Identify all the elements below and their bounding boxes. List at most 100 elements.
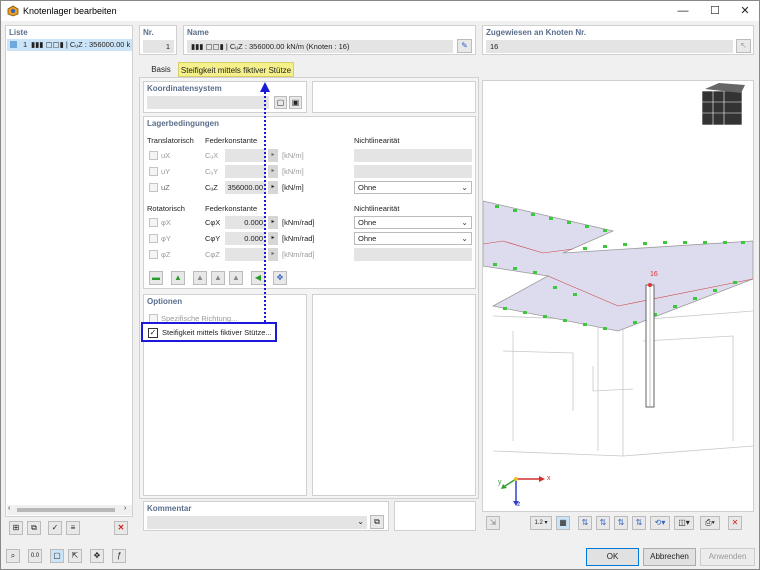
new-item-icon[interactable]: ⊞ bbox=[9, 521, 23, 535]
comment-right-panel bbox=[394, 501, 476, 531]
checkbox-ux[interactable] bbox=[149, 151, 158, 160]
list-header: Liste bbox=[9, 28, 28, 37]
support-fixed-icon[interactable]: ▲ bbox=[193, 271, 207, 285]
coord-select[interactable] bbox=[147, 96, 269, 109]
units-icon[interactable]: 0.0 bbox=[28, 549, 42, 563]
check-list-icon[interactable]: ✓ bbox=[48, 521, 62, 535]
comment-field[interactable]: ⌄ bbox=[147, 516, 367, 529]
list-item-color-icon bbox=[10, 41, 17, 48]
edit-name-icon[interactable]: ✎ bbox=[457, 39, 472, 53]
spring-label: CφY bbox=[205, 234, 221, 243]
copy-item-icon[interactable]: ⧉ bbox=[27, 521, 41, 535]
view-select-icon[interactable]: ⇲ bbox=[486, 516, 500, 530]
pick-node-icon[interactable]: ↖ bbox=[736, 39, 751, 53]
unit-label: [kNm/rad] bbox=[282, 250, 315, 259]
checkbox-fictive-column[interactable]: ✓ bbox=[148, 328, 158, 338]
checkbox-phiz[interactable] bbox=[149, 250, 158, 259]
checkbox-phix[interactable] bbox=[149, 218, 158, 227]
apply-button[interactable]: Anwenden bbox=[700, 548, 755, 566]
dof-label: φY bbox=[161, 234, 171, 243]
chevron-down-icon: ⌄ bbox=[357, 517, 364, 526]
view-z-icon[interactable]: ⇅ bbox=[614, 516, 628, 530]
support-sliding-x-icon[interactable]: ▲ bbox=[211, 271, 225, 285]
list-panel: Liste 1 ▮▮▮ ▢▢▮ | CᵤZ : 356000.00 k ‹ › bbox=[5, 25, 133, 517]
function-icon[interactable]: ƒ bbox=[112, 549, 126, 563]
app-icon bbox=[7, 5, 19, 17]
rot-row-phiz: φZ CφZ ▸ [kNm/rad] bbox=[144, 247, 477, 263]
view-rotate-icon[interactable]: ⟲▾ bbox=[650, 516, 670, 530]
cancel-button[interactable]: Abbrechen bbox=[643, 548, 696, 566]
nonlin-select[interactable]: Ohne ⌄ bbox=[354, 181, 472, 194]
nonlin-select[interactable] bbox=[354, 165, 472, 178]
sort-list-icon[interactable]: ≡ bbox=[66, 521, 80, 535]
view-reset-icon[interactable]: ✕ bbox=[728, 516, 742, 530]
coord-right-panel bbox=[312, 81, 476, 113]
scroll-left-icon[interactable]: ‹ bbox=[8, 505, 10, 512]
support-sliding-y-icon[interactable]: ▲ bbox=[229, 271, 243, 285]
axis-x-label: x bbox=[547, 475, 551, 482]
dof-label: uZ bbox=[161, 183, 170, 192]
nonlin-value: Ohne bbox=[358, 234, 377, 243]
trans-row-ux: uX CᵤX ▸ [kN/m] bbox=[144, 148, 477, 164]
spring-label: CφZ bbox=[205, 250, 220, 259]
print-icon[interactable]: ⎙▾ bbox=[700, 516, 720, 530]
ok-button[interactable]: OK bbox=[586, 548, 639, 566]
unit-label: [kN/m] bbox=[282, 183, 304, 192]
color-icon[interactable]: ▢ bbox=[50, 549, 64, 563]
nonlin-value: Ohne bbox=[358, 183, 377, 192]
assigned-value: 16 bbox=[490, 42, 499, 51]
title-bar: Knotenlager bearbeiten — ☐ ✕ bbox=[1, 1, 759, 21]
view-y-icon[interactable]: ⇅ bbox=[596, 516, 610, 530]
scroll-thumb[interactable] bbox=[17, 508, 115, 512]
comment-library-icon[interactable]: ⧉ bbox=[370, 515, 384, 529]
pick-icon[interactable]: ✥ bbox=[90, 549, 104, 563]
model-3d-view[interactable]: 16 x y z bbox=[482, 80, 754, 512]
select-in-model-icon[interactable]: ⇱ bbox=[68, 549, 82, 563]
view-render-icon[interactable]: ▦ bbox=[556, 516, 570, 530]
checkbox-uz[interactable] bbox=[149, 183, 158, 192]
view-iso-icon[interactable]: ⇅ bbox=[632, 516, 646, 530]
fictive-column-highlight: ✓ Steifigkeit mittels fiktiver Stütze... bbox=[141, 322, 277, 342]
nr-field[interactable]: 1 bbox=[143, 40, 174, 53]
minimize-button[interactable]: — bbox=[669, 3, 697, 19]
assigned-panel: Zugewiesen an Knoten Nr. 16 ↖ bbox=[482, 25, 754, 55]
maximize-button[interactable]: ☐ bbox=[701, 3, 729, 19]
spring-constant-title: Federkonstante bbox=[205, 136, 258, 145]
node-number-label: 16 bbox=[650, 271, 658, 278]
support-all-icon[interactable]: ✥ bbox=[273, 271, 287, 285]
bearing-panel: Lagerbedingungen Translatorisch Federkon… bbox=[143, 116, 476, 289]
checkbox-uy[interactable] bbox=[149, 167, 158, 176]
nonlin-select[interactable] bbox=[354, 248, 472, 261]
horizontal-scrollbar[interactable]: ‹ › bbox=[7, 505, 132, 515]
tab-fictive-column[interactable]: Steifigkeit mittels fiktiver Stütze bbox=[178, 62, 294, 77]
assigned-label: Zugewiesen an Knoten Nr. bbox=[486, 28, 587, 37]
coord-new-icon[interactable]: ▢ bbox=[274, 96, 287, 109]
nonlin-select[interactable] bbox=[354, 149, 472, 162]
close-button[interactable]: ✕ bbox=[731, 3, 759, 19]
coord-edit-icon[interactable]: ▣ bbox=[289, 96, 302, 109]
name-field[interactable]: ▮▮▮ ▢▢▮ | CᵤZ : 356000.00 kN/m (Knoten :… bbox=[187, 40, 453, 53]
options-right-panel bbox=[312, 294, 476, 496]
view-x-icon[interactable]: ⇅ bbox=[578, 516, 592, 530]
support-free-icon[interactable]: ▬ bbox=[149, 271, 163, 285]
unit-label: [kNm/rad] bbox=[282, 218, 315, 227]
nr-panel: Nr. 1 bbox=[139, 25, 177, 55]
support-hinged-icon[interactable]: ▲ bbox=[171, 271, 185, 285]
scroll-right-icon[interactable]: › bbox=[124, 505, 126, 512]
search-icon[interactable]: ⌕ bbox=[6, 549, 20, 563]
checkbox-phiy[interactable] bbox=[149, 234, 158, 243]
list-item[interactable]: 1 ▮▮▮ ▢▢▮ | CᵤZ : 356000.00 k bbox=[7, 39, 132, 51]
rot-nonlinearity-title: Nichtlinearität bbox=[354, 204, 400, 213]
delete-icon[interactable]: ✕ bbox=[114, 521, 128, 535]
comment-panel: Kommentar ⌄ ⧉ bbox=[143, 501, 389, 531]
view-numbering-icon[interactable]: 1.2 ▾ bbox=[530, 516, 552, 530]
list-item-number: 1 bbox=[23, 40, 28, 49]
tab-basis[interactable]: Basis bbox=[145, 63, 177, 77]
trans-row-uz: uZ CᵤZ 356000.00 ▸ [kN/m] Ohne ⌄ bbox=[144, 180, 477, 196]
assigned-field[interactable]: 16 bbox=[486, 40, 733, 53]
nonlin-select[interactable]: Ohne ⌄ bbox=[354, 232, 472, 245]
view-display-icon[interactable]: ◫▾ bbox=[674, 516, 694, 530]
axis-y-label: y bbox=[498, 479, 502, 486]
coord-panel: Koordinatensystem ▢ ▣ bbox=[143, 81, 307, 113]
nonlin-select[interactable]: Ohne ⌄ bbox=[354, 216, 472, 229]
